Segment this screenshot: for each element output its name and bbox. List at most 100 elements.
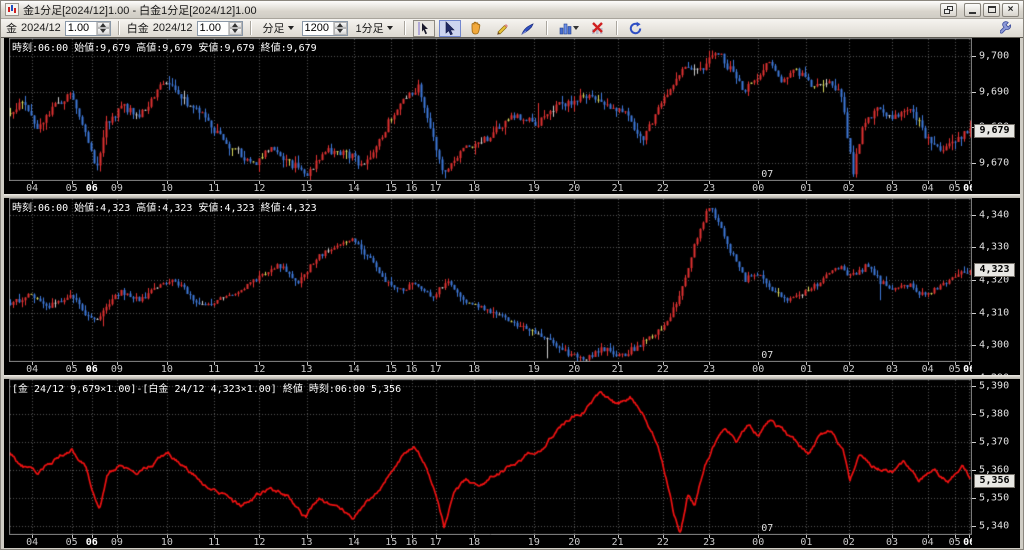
time-axis-label: 05 <box>948 364 961 375</box>
time-axis-label: 01 <box>800 364 813 375</box>
settings-wrench-button[interactable] <box>996 20 1018 37</box>
platinum-ohlc-readout: 時刻:06:00 始値:4,323 高値:4,323 安値:4,323 終値:4… <box>12 203 317 214</box>
time-axis-label: 16 <box>405 364 418 375</box>
hand-icon <box>471 21 481 34</box>
gold-candlestick-canvas[interactable] <box>9 38 972 181</box>
time-axis-label: 22 <box>656 537 669 548</box>
candlestick-chart-icon <box>5 3 19 16</box>
platinum-coefficient-arrows <box>227 21 242 35</box>
time-axis-label: 03 <box>886 364 899 375</box>
gold-coefficient-input[interactable] <box>65 21 96 35</box>
maximize-button[interactable] <box>983 2 1000 17</box>
select-arrow-tool-button[interactable] <box>438 19 461 37</box>
time-axis-label: 21 <box>611 537 624 548</box>
y-axis-label: 4,310 <box>979 307 1010 319</box>
time-axis-label: 05 <box>65 364 78 375</box>
date-change-label: 07 <box>761 350 774 361</box>
refresh-button[interactable] <box>625 20 647 37</box>
close-button[interactable]: × <box>1002 2 1019 17</box>
crosshair-cursor-tool-button[interactable] <box>412 19 435 37</box>
gold-coeff-down-button[interactable] <box>96 28 110 35</box>
interval-select[interactable]: 1分足 <box>352 18 397 38</box>
y-axis-label: 5,340 <box>979 520 1010 532</box>
y-axis-tick <box>972 386 976 387</box>
refresh-icon <box>630 21 642 34</box>
float-window-button[interactable] <box>940 2 957 17</box>
gold-plot-area: 時刻:06:00 始値:9,679 高値:9,679 安値:9,679 終値:9… <box>9 38 972 181</box>
spread-formula-readout: [金 24/12 9,679×1.00]-[白金 24/12 4,323×1.0… <box>12 384 402 395</box>
time-axis-label: 06 <box>85 183 98 194</box>
spread-line-canvas[interactable] <box>9 379 972 535</box>
delete-chart-icon <box>592 21 604 34</box>
pencil-draw-tool-button[interactable] <box>491 20 513 37</box>
y-axis-label: 5,380 <box>979 408 1010 420</box>
time-axis-label: 02 <box>842 537 855 548</box>
time-axis-label: 21 <box>611 364 624 375</box>
y-axis-tick <box>972 247 976 248</box>
y-axis-tick <box>972 470 976 471</box>
chevron-down-icon <box>572 26 579 30</box>
time-axis-label: 12 <box>253 183 266 194</box>
date-change-label: 07 <box>761 523 774 534</box>
time-axis-label: 17 <box>429 537 442 548</box>
y-axis-tick <box>972 280 976 281</box>
time-axis-label: 04 <box>921 183 934 194</box>
current-price-badge: 4,323 <box>974 263 1015 278</box>
platinum-candlestick-canvas[interactable] <box>9 198 972 362</box>
time-axis-label: 03 <box>886 183 899 194</box>
chart-app-window: 金1分足[2024/12]1.00 - 白金1分足[2024/12]1.00 ×… <box>0 0 1024 550</box>
y-axis-tick <box>972 163 976 164</box>
candlestick-glyph <box>8 5 16 13</box>
pen-annotate-tool-button[interactable] <box>517 20 539 37</box>
interval-value: 1分足 <box>355 23 384 35</box>
platinum-coeff-down-button[interactable] <box>228 28 242 35</box>
y-axis-label: 9,690 <box>979 86 1010 98</box>
minimize-button[interactable] <box>964 2 981 17</box>
time-axis-label: 04 <box>26 183 39 194</box>
time-axis-label: 20 <box>568 183 581 194</box>
platinum-coefficient-input[interactable] <box>197 21 228 35</box>
close-icon: × <box>1007 3 1014 15</box>
time-axis-label: 19 <box>527 183 540 194</box>
time-axis-label: 20 <box>568 537 581 548</box>
y-axis-label: 9,670 <box>979 157 1010 169</box>
float-icon <box>944 5 953 14</box>
platinum-plot-area: 時刻:06:00 始値:4,323 高値:4,323 安値:4,323 終値:4… <box>9 198 972 362</box>
time-axis-label: 22 <box>656 364 669 375</box>
arrow-cursor-icon <box>445 21 455 35</box>
spread-chart-panel: [金 24/12 9,679×1.00]-[白金 24/12 4,323×1.0… <box>4 379 1020 548</box>
y-axis-label: 9,700 <box>979 50 1010 62</box>
time-axis-label: 11 <box>208 183 221 194</box>
time-axis-label: 16 <box>405 537 418 548</box>
time-axis-label: 20 <box>568 364 581 375</box>
y-axis-label: 4,340 <box>979 209 1010 221</box>
delete-indicator-button[interactable] <box>587 20 609 37</box>
time-axis-label: 06 <box>85 537 98 548</box>
y-axis-tick <box>972 215 976 216</box>
time-axis-label: 09 <box>110 364 123 375</box>
chart-type-button[interactable] <box>555 20 583 37</box>
y-axis-label: 4,330 <box>979 241 1010 253</box>
time-axis-label: 18 <box>468 537 481 548</box>
time-axis-label: 05 <box>65 183 78 194</box>
time-axis-label: 18 <box>468 364 481 375</box>
bar-count-arrows <box>332 21 347 35</box>
time-axis-label: 17 <box>429 364 442 375</box>
time-axis-label: 13 <box>300 183 313 194</box>
time-axis-label: 22 <box>656 183 669 194</box>
bar-count-down-button[interactable] <box>333 28 347 35</box>
pan-hand-tool-button[interactable] <box>465 20 487 37</box>
pen-icon <box>521 22 534 35</box>
time-axis-label: 09 <box>110 537 123 548</box>
time-axis-label: 02 <box>842 364 855 375</box>
time-axis-label: 19 <box>527 364 540 375</box>
bar-count-input[interactable] <box>302 21 333 35</box>
time-axis-label: 13 <box>300 364 313 375</box>
chart-style-select[interactable]: 分足 <box>259 18 298 38</box>
y-axis-label: 4,290 <box>979 372 1009 375</box>
time-axis-label: 16 <box>405 183 418 194</box>
y-axis-label: 4,300 <box>979 339 1010 351</box>
time-axis-label: 06 <box>963 537 972 548</box>
time-axis-label: 21 <box>611 183 624 194</box>
time-axis-label: 05 <box>65 537 78 548</box>
